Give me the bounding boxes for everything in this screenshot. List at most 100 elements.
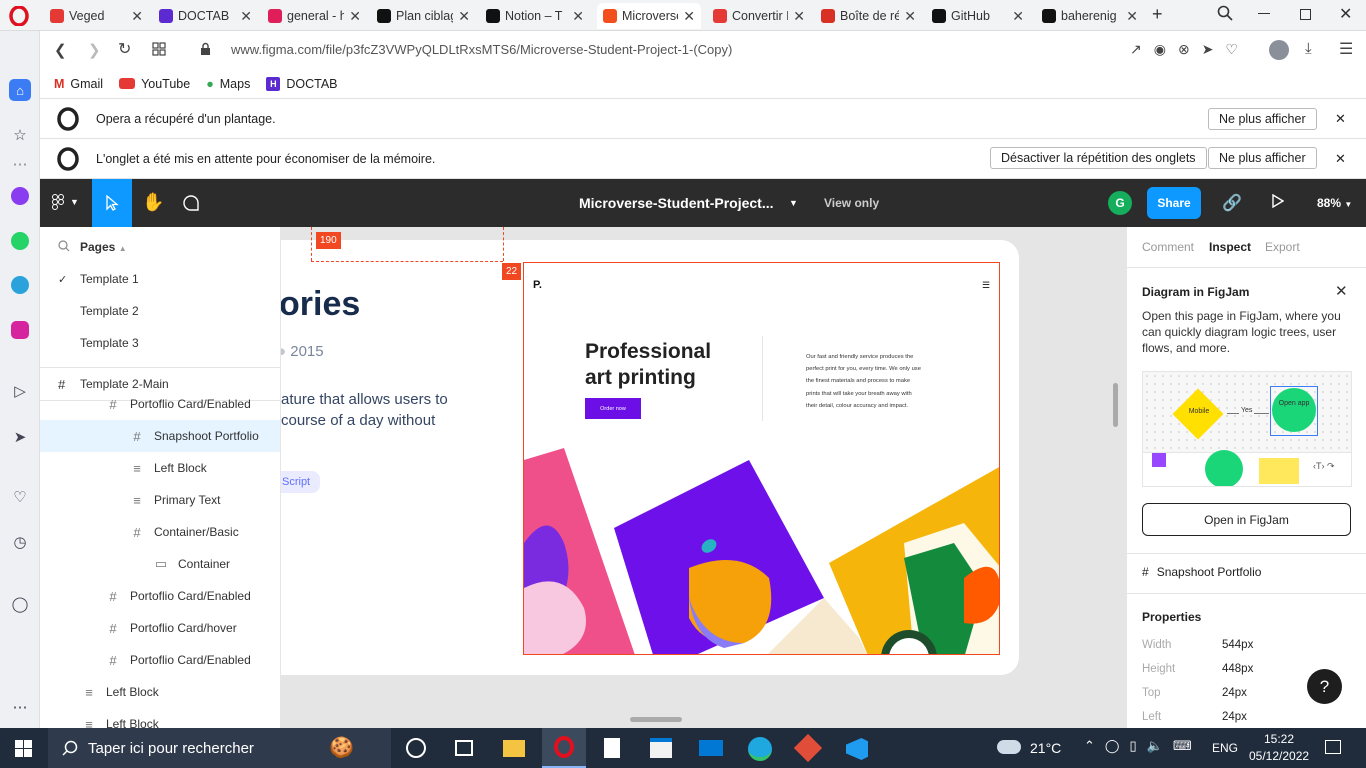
star-icon[interactable]: ☆	[9, 124, 31, 146]
browser-tab[interactable]: general - h ✕	[262, 3, 367, 29]
mail-icon[interactable]	[699, 740, 723, 756]
browser-tab[interactable]: baherenig ✕	[1036, 3, 1144, 29]
file-explorer-icon[interactable]	[503, 740, 525, 757]
page-item[interactable]: Template 2	[40, 295, 280, 327]
browser-tab[interactable]: Convertir I ✕	[707, 3, 811, 29]
browser-tab[interactable]: Veged ✕	[44, 3, 149, 29]
layer-row[interactable]: ≡ Primary Text	[40, 484, 280, 516]
new-tab-button[interactable]: +	[1152, 4, 1163, 25]
tabs-grid-icon[interactable]	[152, 42, 166, 59]
tab-inspect[interactable]: Inspect	[1209, 240, 1251, 254]
edge-icon[interactable]	[748, 737, 772, 761]
tab-search-icon[interactable]	[1217, 5, 1233, 24]
snapshot-portfolio-frame[interactable]: P. ☰ Professional art printing Order now…	[523, 262, 1000, 655]
page-item[interactable]: ✓ Template 1	[40, 263, 280, 295]
file-title[interactable]: Microverse-Student-Project...	[579, 195, 774, 211]
history-clock-icon[interactable]: ◷	[9, 531, 31, 553]
vscode-icon[interactable]	[846, 738, 868, 760]
help-button[interactable]: ?	[1307, 669, 1342, 704]
browser-tab[interactable]: GitHub ✕	[926, 3, 1030, 29]
clock-date[interactable]: 05/12/2022	[1249, 749, 1309, 763]
clock-time[interactable]: 15:22	[1264, 732, 1294, 746]
layer-row[interactable]: ≡ Left Block	[40, 708, 280, 729]
adblock-icon[interactable]: ⊗	[1178, 41, 1190, 58]
git-app-icon[interactable]	[793, 733, 823, 763]
favorites-heart-icon[interactable]: ♡	[9, 486, 31, 508]
zoom-level[interactable]: 88% ▼	[1317, 196, 1352, 210]
design-canvas[interactable]: ories ● 2015 ature that allows users to …	[281, 227, 1126, 728]
close-icon[interactable]: ✕	[1335, 111, 1346, 127]
download-icon[interactable]: ⤓	[1305, 40, 1312, 57]
close-tab-icon[interactable]: ✕	[349, 8, 361, 25]
close-tab-icon[interactable]: ✕	[683, 8, 695, 25]
share-button[interactable]: Share	[1147, 187, 1201, 219]
close-tab-icon[interactable]: ✕	[458, 8, 470, 25]
figma-menu-icon[interactable]: ▼	[52, 194, 79, 210]
menu-icon[interactable]: ☰	[1339, 39, 1353, 59]
browser-tab[interactable]: Plan ciblag ✕	[371, 3, 476, 29]
browser-tab[interactable]: Boîte de ré ✕	[815, 3, 922, 29]
snapshot-icon[interactable]: ◉	[1154, 41, 1166, 58]
dismiss-button[interactable]: Ne plus afficher	[1208, 147, 1317, 169]
telegram-icon[interactable]	[9, 274, 31, 296]
layer-row[interactable]: ▭ Container	[40, 548, 280, 580]
messenger-icon[interactable]	[9, 185, 31, 207]
url-field[interactable]: www.figma.com/file/p3fcZ3VWPyQLDLtRxsMTS…	[231, 42, 732, 57]
bookmark-gmail[interactable]: M Gmail	[54, 77, 103, 91]
taskbar-search[interactable]: Taper ici pour rechercher 🍪	[48, 728, 391, 768]
heart-icon[interactable]: ♡	[1225, 41, 1238, 58]
pages-header[interactable]: Pages ▲	[80, 240, 127, 254]
close-tab-icon[interactable]: ✕	[904, 8, 916, 25]
opera-logo-icon[interactable]	[8, 5, 30, 27]
hand-tool-icon[interactable]: ✋	[142, 192, 164, 213]
open-in-figjam-button[interactable]: Open in FigJam	[1142, 503, 1351, 536]
lightbulb-icon[interactable]: ◯	[9, 593, 31, 615]
back-icon[interactable]: ❮	[54, 41, 67, 59]
flow-send-icon[interactable]: ➤	[9, 426, 31, 448]
layer-row[interactable]: # Container/Basic	[40, 516, 280, 548]
notepad-icon[interactable]	[604, 738, 620, 758]
close-window-button[interactable]: ✕	[1339, 4, 1352, 24]
canvas-scrollbar-horizontal[interactable]	[630, 717, 682, 722]
browser-tab[interactable]: Microverse ✕	[597, 3, 701, 29]
send-icon[interactable]: ➤	[1202, 41, 1214, 58]
instagram-icon[interactable]	[9, 319, 31, 341]
layer-row[interactable]: # Portoflio Card/hover	[40, 612, 280, 644]
layer-row[interactable]: # Snapshoot Portfolio	[40, 420, 280, 452]
speed-dial-icon[interactable]: ⌂	[9, 79, 31, 101]
close-tab-icon[interactable]: ✕	[1126, 8, 1138, 25]
dismiss-button[interactable]: Ne plus afficher	[1208, 108, 1317, 130]
bookmark-youtube[interactable]: YouTube	[119, 77, 190, 91]
windows-start-icon[interactable]	[15, 740, 32, 760]
task-view-icon[interactable]	[406, 738, 426, 758]
layer-row[interactable]: # Portoflio Card/Enabled	[40, 580, 280, 612]
share-page-icon[interactable]: ↗	[1130, 41, 1142, 58]
tray-icons[interactable]: ⌃ ◯ ▯ 🔈 ⌨	[1084, 738, 1192, 754]
present-play-icon[interactable]	[1272, 193, 1285, 211]
tab-export[interactable]: Export	[1265, 240, 1300, 254]
page-item[interactable]: Template 3	[40, 327, 280, 359]
close-icon[interactable]: ✕	[1335, 282, 1348, 300]
move-tool-button[interactable]	[92, 179, 132, 227]
weather-temp[interactable]: 21°C	[1030, 740, 1061, 756]
more-dots-icon[interactable]: ⋯	[9, 696, 31, 718]
copy-link-icon[interactable]: 🔗	[1222, 193, 1242, 213]
tab-comment[interactable]: Comment	[1142, 240, 1194, 254]
search-icon[interactable]	[58, 240, 70, 255]
restore-button[interactable]	[1300, 9, 1311, 20]
minimize-button[interactable]	[1258, 13, 1270, 14]
opera-taskbar-icon[interactable]	[542, 728, 586, 768]
layer-row[interactable]: ≡ Left Block	[40, 676, 280, 708]
close-tab-icon[interactable]: ✕	[131, 8, 143, 25]
bookmark-maps[interactable]: ● Maps	[206, 77, 250, 91]
user-avatar[interactable]: G	[1108, 191, 1132, 215]
player-icon[interactable]: ▷	[9, 380, 31, 402]
chevron-down-icon[interactable]: ▼	[789, 198, 798, 208]
browser-tab[interactable]: DOCTAB ✕	[153, 3, 258, 29]
close-tab-icon[interactable]: ✕	[240, 8, 252, 25]
reload-icon[interactable]: ↻	[118, 39, 131, 59]
profile-avatar-icon[interactable]	[1269, 40, 1289, 60]
layer-row[interactable]: # Portoflio Card/Enabled	[40, 644, 280, 676]
bookmark-doctab[interactable]: H DOCTAB	[266, 76, 338, 91]
task-timeline-icon[interactable]	[455, 740, 473, 756]
